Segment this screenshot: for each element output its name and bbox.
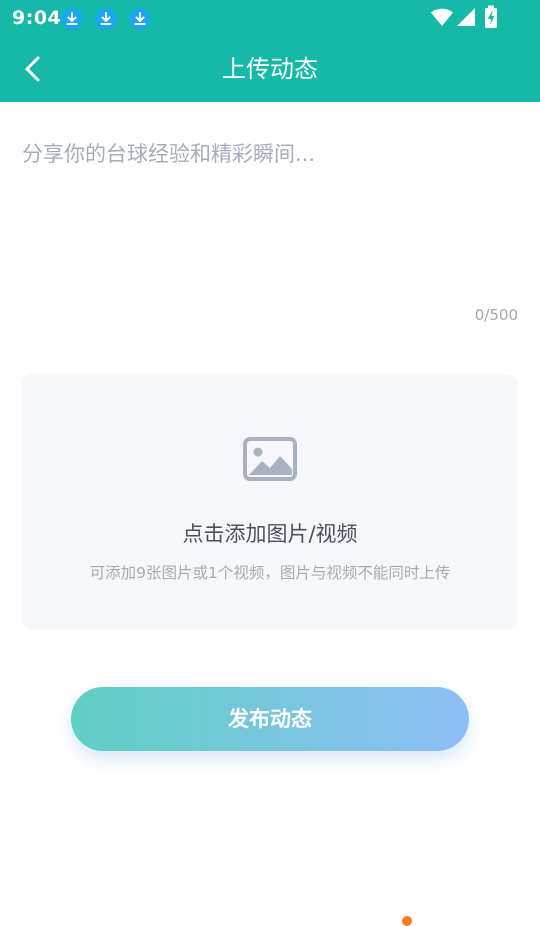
upload-hint: 可添加9张图片或1个视频，图片与视频不能同时上传 xyxy=(89,564,451,582)
download-icon xyxy=(95,8,117,30)
wifi-icon xyxy=(431,8,453,26)
battery-charging-icon xyxy=(485,5,497,28)
status-time: 9:04 xyxy=(12,7,62,29)
floating-indicator xyxy=(402,916,412,926)
cell-signal-icon xyxy=(457,8,475,26)
char-counter: 0/500 xyxy=(474,306,518,324)
image-icon xyxy=(243,437,297,481)
publish-button[interactable]: 发布动态 xyxy=(71,687,469,751)
app-bar: 上传动态 xyxy=(0,36,540,102)
media-upload-area[interactable]: 点击添加图片/视频 可添加9张图片或1个视频，图片与视频不能同时上传 xyxy=(22,374,518,630)
download-icon xyxy=(61,8,83,30)
download-icon xyxy=(129,8,151,30)
upload-title: 点击添加图片/视频 xyxy=(182,522,358,546)
post-content-input[interactable] xyxy=(22,136,518,286)
page-title: 上传动态 xyxy=(222,55,318,83)
status-bar: 9:04 xyxy=(0,0,540,36)
